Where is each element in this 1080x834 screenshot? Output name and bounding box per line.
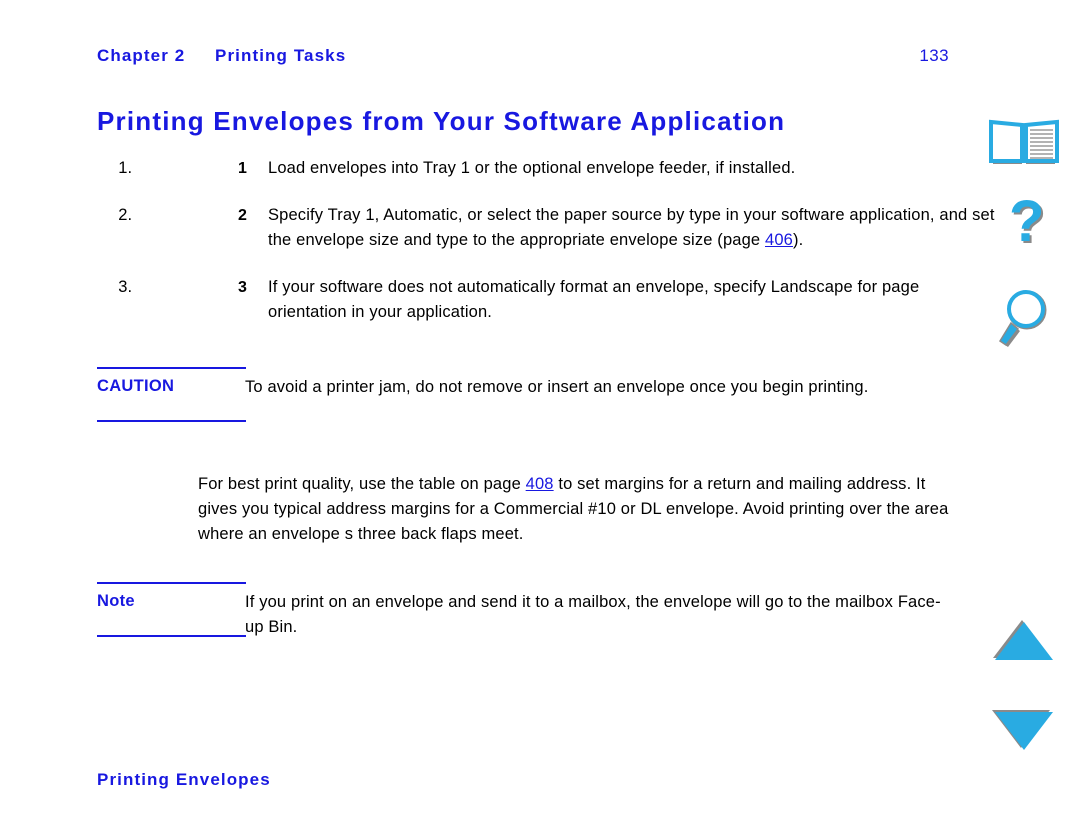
- open-book-icon[interactable]: [968, 116, 1080, 172]
- triangle-down-icon[interactable]: [968, 706, 1080, 754]
- caution-block: CAUTION To avoid a printer jam, do not r…: [97, 367, 957, 425]
- list-item: 1 Load envelopes into Tray 1 or the opti…: [137, 156, 997, 181]
- page-title: Printing Envelopes from Your Software Ap…: [97, 106, 786, 137]
- step-text: Load envelopes into Tray 1 or the option…: [268, 159, 796, 177]
- note-rule-top: [97, 582, 246, 584]
- caution-rule-top: [97, 367, 246, 369]
- step-text-segment: Specify Tray 1, Automatic, or select the…: [268, 206, 995, 249]
- step-number: 2: [237, 207, 247, 224]
- note-text: If you print on an envelope and send it …: [245, 593, 941, 636]
- step-text: If your software does not automatically …: [268, 278, 920, 321]
- question-mark-icon[interactable]: ? ?: [968, 194, 1080, 260]
- note-block: Note If you print on an envelope and sen…: [97, 582, 957, 640]
- running-footer: Printing Envelopes: [97, 770, 271, 789]
- chapter-label: Chapter 2: [97, 46, 186, 65]
- step-number: 1: [237, 160, 247, 177]
- magnifier-icon[interactable]: [968, 285, 1080, 355]
- document-page: Chapter 2 Printing Tasks 133 Printing Env…: [0, 0, 1080, 834]
- step-text-segment: ).: [792, 231, 804, 249]
- caution-label: CAUTION: [97, 377, 175, 395]
- step-text: Specify Tray 1, Automatic, or select the…: [268, 203, 997, 253]
- page-reference-link-406[interactable]: 406: [765, 231, 793, 249]
- page-reference-link-408[interactable]: 408: [526, 475, 554, 493]
- page-number: 133: [919, 46, 949, 65]
- caution-text: To avoid a printer jam, do not remove or…: [245, 378, 869, 396]
- body-paragraph: For best print quality, use the table on…: [198, 472, 958, 547]
- procedure-step-list: 1 Load envelopes into Tray 1 or the opti…: [97, 156, 997, 347]
- paragraph-segment: For best print quality, use the table on…: [198, 474, 526, 493]
- navigation-icon-rail: ? ?: [968, 0, 1080, 834]
- svg-text:?: ?: [1009, 194, 1044, 254]
- triangle-up-icon[interactable]: [968, 616, 1080, 664]
- running-header: Chapter 2 Printing Tasks 133: [97, 43, 997, 69]
- chapter-title: Printing Tasks: [215, 46, 347, 65]
- list-item: 3 If your software does not automaticall…: [137, 275, 997, 325]
- list-item: 2 Specify Tray 1, Automatic, or select t…: [137, 203, 997, 253]
- caution-rule-bottom: [97, 420, 246, 422]
- step-number: 3: [237, 279, 247, 296]
- note-rule-bottom: [97, 635, 246, 637]
- note-label: Note: [97, 592, 135, 610]
